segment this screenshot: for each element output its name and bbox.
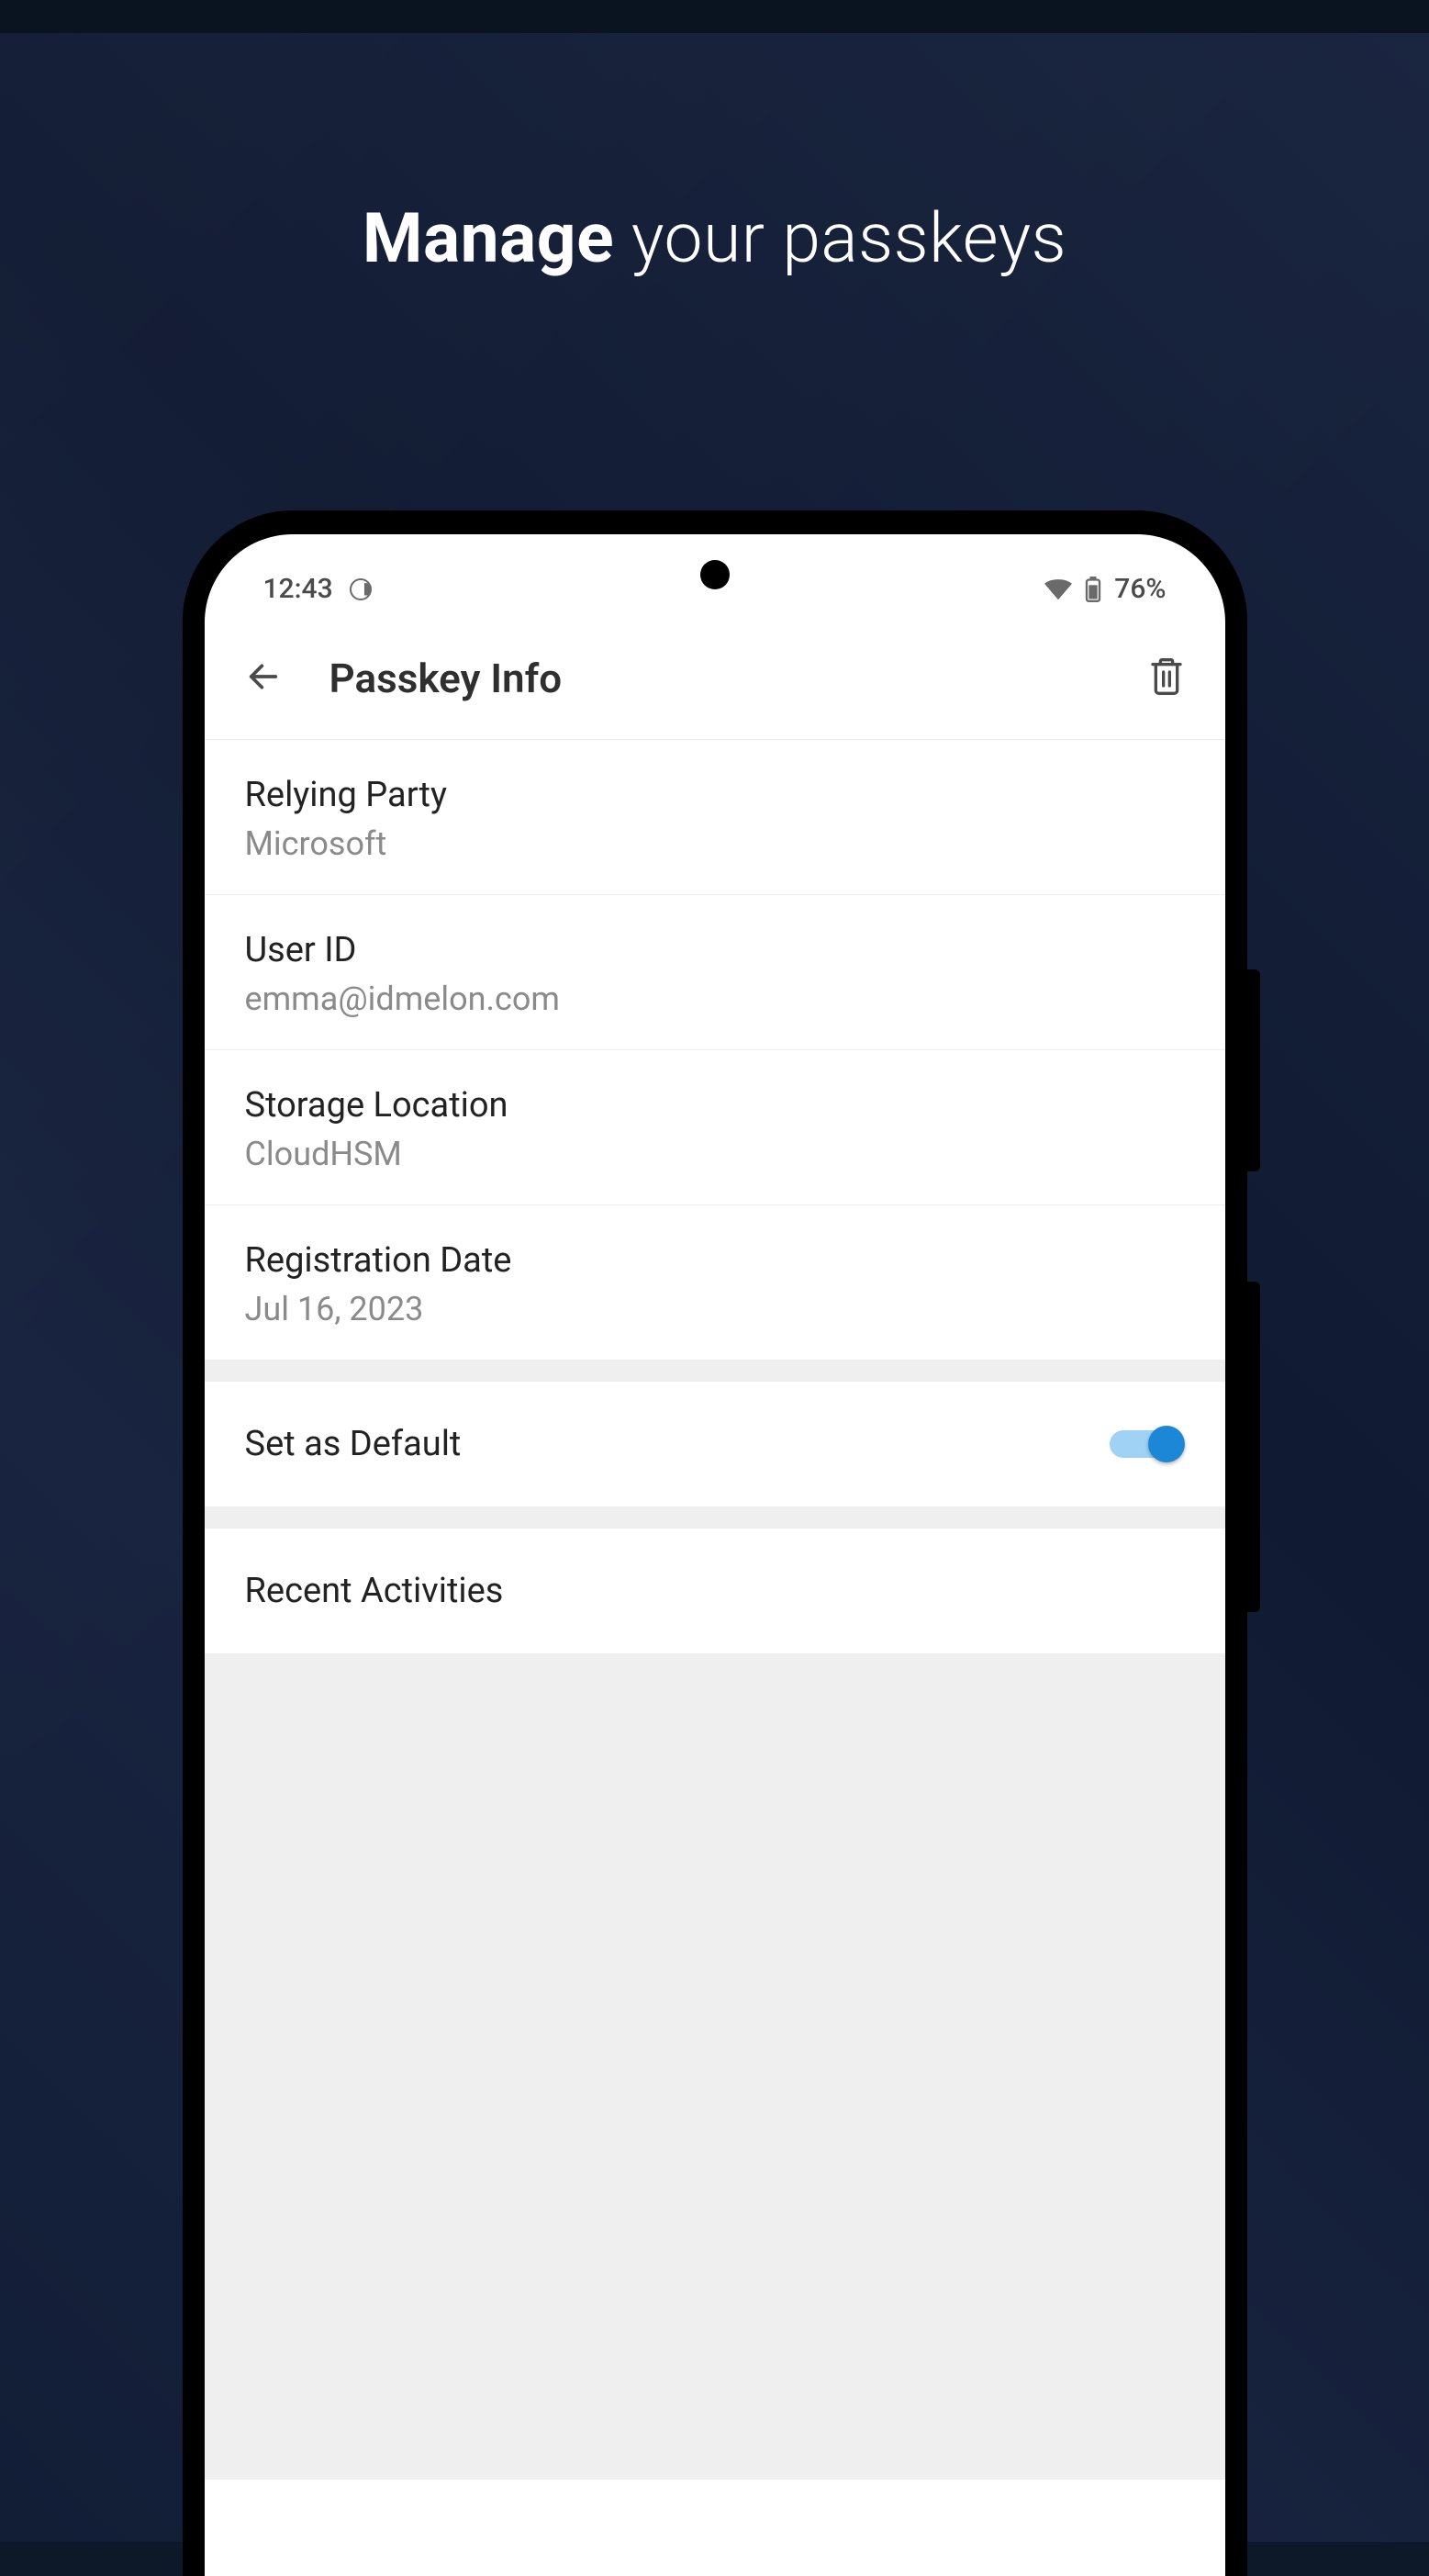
page-background: Manage your passkeys 12:43: [0, 33, 1429, 2542]
section-divider: [205, 1506, 1225, 1529]
status-right: 76%: [1044, 573, 1166, 605]
battery-percent: 76%: [1114, 573, 1166, 605]
set-as-default-label: Set as Default: [245, 1424, 462, 1464]
recent-activities-row[interactable]: Recent Activities: [205, 1529, 1225, 1653]
page-top-strip: [0, 0, 1429, 33]
passkey-info-list: Relying Party Microsoft User ID emma@idm…: [205, 740, 1225, 1360]
phone-power-button: [1247, 1282, 1260, 1612]
phone-volume-button: [1247, 969, 1260, 1171]
status-time: 12:43: [263, 573, 333, 605]
battery-icon: [1085, 577, 1101, 602]
empty-area: [205, 1653, 1225, 2480]
set-as-default-row[interactable]: Set as Default: [205, 1382, 1225, 1506]
do-not-disturb-icon: [350, 578, 372, 600]
set-as-default-toggle[interactable]: [1110, 1426, 1185, 1462]
user-id-row[interactable]: User ID emma@idmelon.com: [205, 895, 1225, 1050]
recent-activities-label: Recent Activities: [245, 1571, 504, 1611]
phone-screen: 12:43: [205, 534, 1225, 2576]
relying-party-row[interactable]: Relying Party Microsoft: [205, 740, 1225, 895]
headline-rest: your passkeys: [614, 198, 1066, 279]
section-divider: [205, 1360, 1225, 1382]
back-button[interactable]: [245, 658, 282, 699]
wifi-icon: [1044, 578, 1072, 600]
storage-location-value: CloudHSM: [245, 1135, 1185, 1173]
user-id-label: User ID: [245, 930, 1185, 970]
page-title: Passkey Info: [329, 655, 563, 702]
user-id-value: emma@idmelon.com: [245, 980, 1185, 1018]
camera-notch: [700, 560, 730, 589]
status-left: 12:43: [263, 573, 372, 605]
registration-date-row[interactable]: Registration Date Jul 16, 2023: [205, 1205, 1225, 1360]
storage-location-label: Storage Location: [245, 1085, 1185, 1126]
page-headline: Manage your passkeys: [0, 198, 1429, 279]
phone-frame: 12:43: [183, 510, 1247, 2576]
storage-location-row[interactable]: Storage Location CloudHSM: [205, 1050, 1225, 1205]
toggle-thumb: [1148, 1426, 1185, 1462]
relying-party-label: Relying Party: [245, 775, 1185, 815]
registration-date-value: Jul 16, 2023: [245, 1290, 1185, 1328]
app-header: Passkey Info: [205, 623, 1225, 740]
trash-icon: [1148, 656, 1185, 697]
delete-button[interactable]: [1148, 656, 1185, 700]
relying-party-value: Microsoft: [245, 824, 1185, 863]
arrow-left-icon: [245, 658, 282, 695]
headline-bold: Manage: [363, 198, 614, 279]
registration-date-label: Registration Date: [245, 1240, 1185, 1281]
